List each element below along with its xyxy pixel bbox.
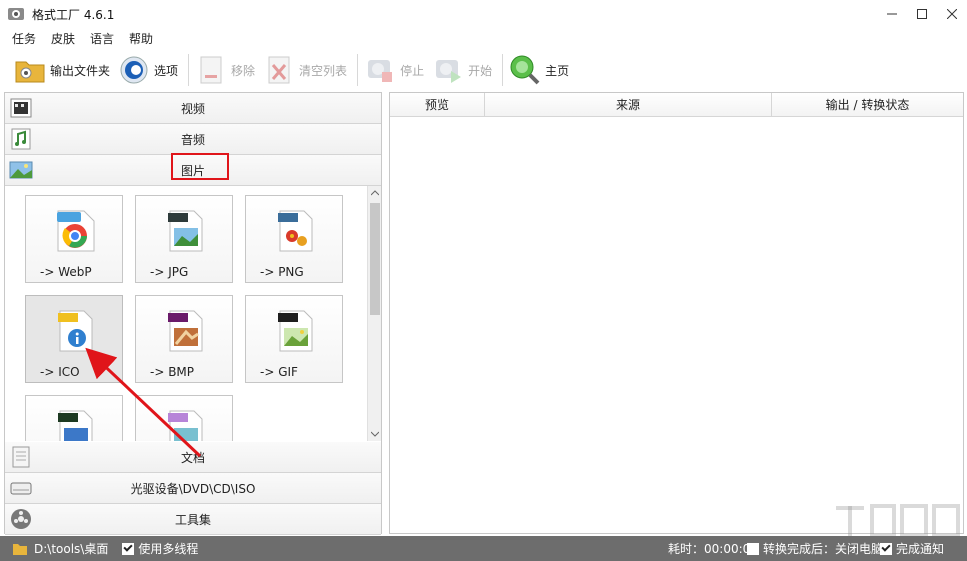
scroll-thumb[interactable] <box>370 203 380 315</box>
format-grid: -> WebP -> JPG -> PNG -> ICO -> BMP -> G… <box>5 186 367 441</box>
music-note-icon <box>11 128 31 150</box>
toolbar-separator <box>188 54 190 86</box>
options-button[interactable]: 选项 <box>118 52 178 88</box>
category-audio[interactable]: 音频 <box>5 124 381 155</box>
tile-png[interactable]: -> PNG <box>245 195 343 283</box>
task-list-header: 预览 来源 输出 / 转换状态 <box>390 93 963 117</box>
title-bar: 格式工厂 4.6.1 <box>0 0 967 28</box>
document-icon <box>12 446 30 468</box>
tile-tiff[interactable] <box>25 395 123 441</box>
menu-task[interactable]: 任务 <box>12 30 36 47</box>
tile-gif[interactable]: -> GIF <box>245 295 343 383</box>
column-output-status[interactable]: 输出 / 转换状态 <box>772 93 963 116</box>
tile-tga[interactable] <box>135 395 233 441</box>
minimize-icon <box>887 13 897 15</box>
remove-icon <box>195 54 227 86</box>
toolbar-separator <box>357 54 359 86</box>
notify-checkbox[interactable] <box>880 542 892 555</box>
close-icon <box>947 9 957 19</box>
output-folder-button[interactable]: 输出文件夹 <box>14 52 110 88</box>
tile-bmp[interactable]: -> BMP <box>135 295 233 383</box>
remove-button[interactable]: 移除 <box>195 52 255 88</box>
home-globe-icon <box>509 54 541 86</box>
tools-reel-icon <box>11 509 31 529</box>
column-source[interactable]: 来源 <box>485 93 772 116</box>
tile-jpg[interactable]: -> JPG <box>135 195 233 283</box>
picture-icon <box>9 161 33 179</box>
category-tools[interactable]: 工具集 <box>5 504 381 535</box>
menu-help[interactable]: 帮助 <box>129 30 153 47</box>
maximize-icon <box>917 9 927 19</box>
app-icon <box>8 8 24 20</box>
home-button[interactable]: 主页 <box>509 52 569 88</box>
column-preview[interactable]: 预览 <box>390 93 485 116</box>
clear-list-icon <box>263 54 295 86</box>
scroll-up-icon[interactable] <box>368 186 382 200</box>
menu-bar: 任务 皮肤 语言 帮助 <box>0 28 967 48</box>
start-button[interactable]: 开始 <box>432 52 492 88</box>
clear-list-button[interactable]: 清空列表 <box>263 52 347 88</box>
video-icon <box>10 98 32 118</box>
folder-icon <box>14 54 46 86</box>
elapsed-time: 耗时：00:00:00 <box>668 542 758 556</box>
disc-drive-icon <box>10 482 32 495</box>
multithread-label: 使用多线程 <box>138 542 199 556</box>
scroll-down-icon[interactable] <box>368 427 382 441</box>
minimize-button[interactable] <box>877 0 907 28</box>
task-list-panel: 预览 来源 输出 / 转换状态 <box>389 92 964 534</box>
category-disc[interactable]: 光驱设备\DVD\CD\ISO <box>5 473 381 504</box>
toolbar: 输出文件夹 选项 移除 清空列表 停止 开始 主页 <box>0 50 967 90</box>
folder-icon <box>13 543 27 555</box>
tile-ico[interactable]: -> ICO <box>25 295 123 383</box>
stop-button[interactable]: 停止 <box>364 52 424 88</box>
format-grid-scrollbar[interactable] <box>367 186 381 441</box>
notify-label: 完成通知 <box>896 542 945 556</box>
toolbar-separator <box>502 54 504 86</box>
stop-icon <box>364 54 396 86</box>
category-document[interactable]: 文档 <box>5 442 381 473</box>
status-bar: D:\tools\桌面 使用多线程 耗时：00:00:00 转换完成后：关闭电脑… <box>0 536 967 561</box>
tile-webp[interactable]: -> WebP <box>25 195 123 283</box>
gif-icon <box>278 310 313 352</box>
options-gear-icon <box>118 54 150 86</box>
jpg-icon <box>168 210 203 252</box>
menu-skin[interactable]: 皮肤 <box>51 30 75 47</box>
close-button[interactable] <box>937 0 967 28</box>
after-convert-label: 转换完成后：关闭电脑 <box>763 542 884 556</box>
start-icon <box>432 54 464 86</box>
tga-icon <box>168 410 203 441</box>
webp-icon <box>57 210 95 252</box>
window-title: 格式工厂 4.6.1 <box>32 7 115 22</box>
after-convert-checkbox[interactable] <box>747 542 759 555</box>
category-video[interactable]: 视频 <box>5 93 381 124</box>
menu-language[interactable]: 语言 <box>90 30 114 47</box>
maximize-button[interactable] <box>907 0 937 28</box>
png-icon <box>278 210 313 252</box>
tiff-icon <box>58 410 93 441</box>
ico-icon <box>58 310 93 352</box>
bmp-icon <box>168 310 203 352</box>
category-panel: 视频 音频 图片 -> WebP -> JPG -> PNG -> ICO -> <box>4 92 382 535</box>
highlight-box <box>171 153 229 180</box>
multithread-checkbox[interactable] <box>122 542 135 555</box>
output-path[interactable]: D:\tools\桌面 <box>34 540 108 557</box>
watermark-logo <box>836 504 960 538</box>
